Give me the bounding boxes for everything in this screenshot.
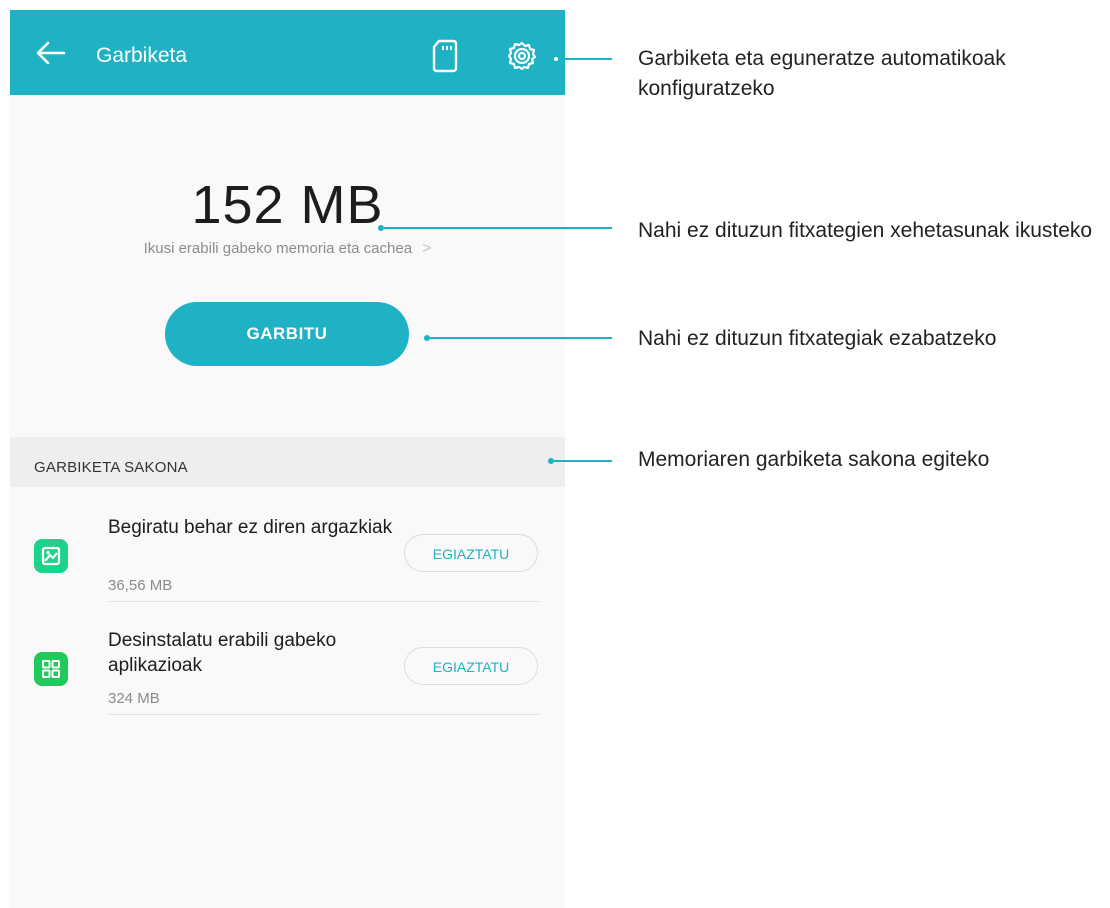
chevron-right-icon: > — [422, 240, 432, 257]
callout-dot — [552, 55, 560, 63]
image-icon — [34, 539, 68, 573]
check-photos-button[interactable]: EGIAZTATU — [404, 534, 538, 572]
settings-button[interactable] — [506, 40, 538, 72]
callout-line — [384, 227, 612, 229]
callout-deep-clean-text: Memoriaren garbiketa sakona egiteko — [638, 448, 990, 471]
item-size: 324 MB — [108, 690, 160, 707]
clean-button[interactable]: GARBITU — [165, 302, 409, 366]
gear-icon — [507, 41, 537, 71]
apps-grid-icon — [34, 652, 68, 686]
back-button[interactable] — [34, 38, 68, 68]
list-item[interactable]: Begiratu behar ez diren argazkiak 36,56 … — [10, 497, 565, 613]
callout-clean-text: Nahi ez dituzun fitxategiak ezabatzeko — [638, 327, 997, 350]
item-title: Desinstalatu erabili gabeko aplikazioak — [108, 630, 337, 676]
divider — [108, 714, 540, 715]
callout-line — [430, 337, 612, 339]
section-title: GARBIKETA SAKONA — [34, 459, 188, 476]
sd-card-button[interactable] — [430, 38, 460, 74]
page-title: Garbiketa — [96, 44, 188, 67]
callout-line — [560, 58, 612, 60]
details-link-label: Ikusi erabili gabeko memoria eta cachea — [143, 240, 413, 257]
view-details-link[interactable]: Ikusi erabili gabeko memoria eta cachea > — [10, 240, 565, 258]
arrow-left-icon — [36, 41, 66, 65]
uninstall-apps-button[interactable]: EGIAZTATU — [404, 647, 538, 685]
item-title: Begiratu behar ez diren argazkiak — [108, 517, 393, 538]
callout-details-text: Nahi ez dituzun fitxategien xehetasunak … — [638, 219, 1093, 242]
divider — [108, 601, 540, 602]
app-bar: Garbiketa — [10, 10, 565, 95]
callout-line — [554, 460, 612, 462]
callout-settings-text: Garbiketa eta eguneratze automatikoak ko… — [638, 47, 1006, 100]
sd-card-icon — [432, 39, 458, 73]
junk-size-value: 152 MB — [191, 175, 384, 235]
list-item[interactable]: Desinstalatu erabili gabeko aplikazioak … — [10, 610, 565, 726]
phone-screen: Garbiketa 152 MB Ikusi erabili gabeko me… — [10, 10, 565, 908]
item-size: 36,56 MB — [108, 577, 173, 594]
